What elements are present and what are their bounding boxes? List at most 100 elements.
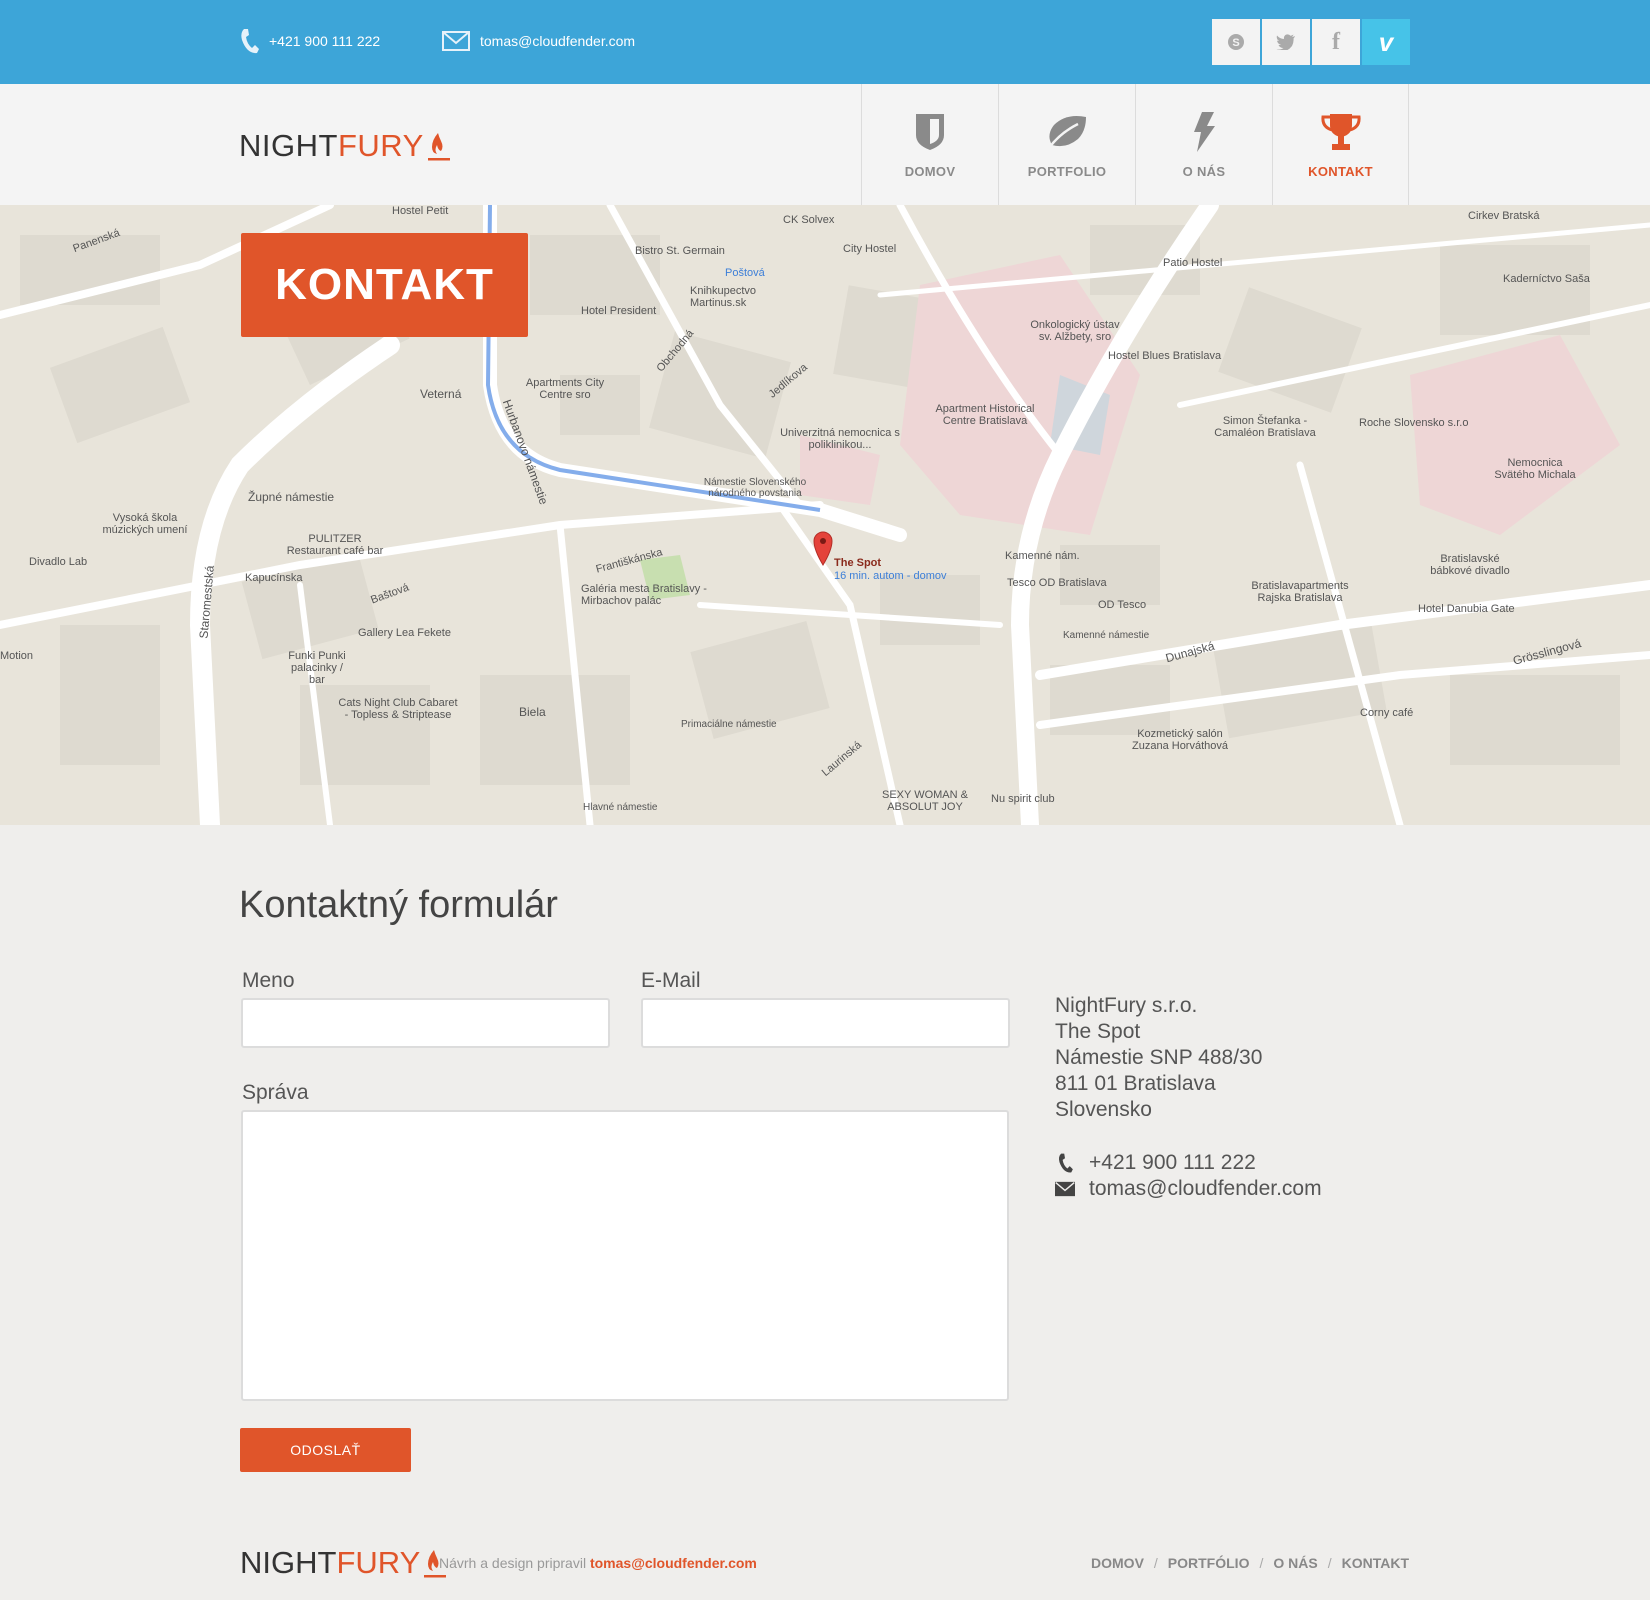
contact-phone-text: +421 900 111 222 bbox=[1089, 1151, 1256, 1174]
company-address: NightFury s.r.o. The Spot Námestie SNP 4… bbox=[1055, 993, 1262, 1123]
map-label: Apartment Historical Centre Bratislava bbox=[935, 403, 1035, 427]
footer-logo[interactable]: NIGHT FURY bbox=[240, 1545, 447, 1581]
map-label: Kapucínska bbox=[245, 572, 303, 584]
footer-nav-o-nas[interactable]: O NÁS bbox=[1273, 1555, 1317, 1571]
address-street: Námestie SNP 488/30 bbox=[1055, 1046, 1263, 1069]
map-label: Funki Punki palacinky / bar bbox=[288, 650, 346, 686]
topbar-phone[interactable]: +421 900 111 222 bbox=[239, 26, 380, 56]
map-label: Corny café bbox=[1360, 707, 1414, 719]
map-label: OD Tesco bbox=[1098, 599, 1147, 611]
nav-o-nas-label: O NÁS bbox=[1182, 164, 1226, 179]
leaf-icon bbox=[1047, 116, 1086, 149]
company-name: NightFury s.r.o. bbox=[1055, 994, 1198, 1017]
footer-nav-domov[interactable]: DOMOV bbox=[1091, 1555, 1144, 1571]
mail-icon bbox=[442, 31, 470, 51]
map-label: Vysoká škola múzických umení bbox=[102, 512, 188, 536]
facebook-icon: f bbox=[1332, 28, 1340, 55]
footer-logo-fury: FURY bbox=[336, 1545, 421, 1580]
main-nav: DOMOV PORTFOLIO O NÁS KONTAKT bbox=[861, 84, 1409, 205]
footer-nav: DOMOV / PORTFÓLIO / O NÁS / KONTAKT bbox=[1091, 1555, 1409, 1571]
map-label: Knihkupectvo Martinus.sk bbox=[690, 285, 757, 309]
lightning-icon bbox=[1194, 112, 1215, 152]
topbar-email[interactable]: tomas@cloudfender.com bbox=[442, 26, 635, 56]
footer-nav-separator: / bbox=[1327, 1555, 1332, 1571]
map-label: Bratislavské bábkové divadlo bbox=[1430, 553, 1510, 577]
map-label: Tesco OD Bratislava bbox=[1007, 577, 1107, 589]
map-label: City Hostel bbox=[843, 243, 897, 255]
map-label: SEXY WOMAN & ABSOLUT JOY bbox=[882, 789, 968, 813]
footer-credit-text: Návrh a design pripravil bbox=[439, 1555, 587, 1571]
facebook-button[interactable]: f bbox=[1312, 19, 1360, 65]
map-label: Divadlo Lab bbox=[29, 556, 88, 568]
name-field[interactable] bbox=[241, 998, 610, 1048]
map-label: Nemocnica Svätého Michala bbox=[1494, 457, 1576, 481]
map-label: Námestie Slovenského národného povstania bbox=[703, 477, 807, 499]
footer-nav-portfolio[interactable]: PORTFÓLIO bbox=[1168, 1555, 1250, 1571]
map-label: Bratislavapartments Rajska Bratislava bbox=[1251, 580, 1349, 604]
message-textarea[interactable] bbox=[241, 1110, 1009, 1401]
footer-nav-separator: / bbox=[1259, 1555, 1264, 1571]
marker-subtitle: 16 min. autom - domov bbox=[834, 570, 947, 582]
map-label: Kamenné námestie bbox=[1063, 630, 1150, 641]
map-label: Apartments City Centre sro bbox=[525, 377, 605, 401]
address-place: The Spot bbox=[1055, 1020, 1141, 1043]
map-label: Hlavné námestie bbox=[583, 802, 658, 813]
email-label: E-Mail bbox=[641, 969, 701, 992]
kontakt-banner: KONTAKT bbox=[241, 233, 528, 337]
map-label: Patio Hostel bbox=[1163, 257, 1223, 269]
nav-portfolio-label: PORTFOLIO bbox=[1027, 164, 1107, 179]
phone-icon bbox=[241, 29, 259, 54]
email-field[interactable] bbox=[641, 998, 1010, 1048]
map-label: Hostel Petit bbox=[392, 205, 449, 217]
shield-icon bbox=[916, 114, 944, 150]
map-label: Župné námestie bbox=[248, 490, 335, 504]
skype-icon: S bbox=[1228, 34, 1244, 50]
skype-button[interactable]: S bbox=[1212, 19, 1260, 65]
map-label: Kaderníctvo Saša bbox=[1503, 273, 1590, 285]
site-logo[interactable]: NIGHT FURY bbox=[239, 128, 450, 164]
contact-email[interactable]: tomas@cloudfender.com bbox=[1055, 1177, 1322, 1201]
footer-logo-night: NIGHT bbox=[240, 1545, 337, 1580]
submit-button[interactable]: ODOSLAŤ bbox=[240, 1428, 411, 1472]
nav-portfolio[interactable]: PORTFOLIO bbox=[998, 84, 1135, 205]
map-label: Kozmetický salón Zuzana Horváthová bbox=[1132, 728, 1228, 752]
top-bar: +421 900 111 222 tomas@cloudfender.com S… bbox=[0, 0, 1650, 84]
map-label: Roche Slovensko s.r.o bbox=[1359, 417, 1469, 429]
topbar-email-text: tomas@cloudfender.com bbox=[480, 33, 636, 49]
message-label: Správa bbox=[242, 1081, 309, 1104]
nav-o-nas[interactable]: O NÁS bbox=[1135, 84, 1272, 205]
site-header: NIGHT FURY DOMOV PORTFOLIO O NÁS KONTAKT bbox=[0, 84, 1650, 205]
map-label: CK Solvex bbox=[783, 214, 835, 226]
footer-nav-separator: / bbox=[1153, 1555, 1158, 1571]
form-title: Kontaktný formulár bbox=[239, 884, 558, 926]
phone-icon bbox=[1058, 1153, 1073, 1173]
nav-kontakt[interactable]: KONTAKT bbox=[1272, 84, 1409, 205]
address-city: 811 01 Bratislava bbox=[1055, 1072, 1216, 1095]
svg-text:S: S bbox=[1232, 37, 1239, 49]
map-label: Poštová bbox=[725, 267, 765, 279]
trophy-icon bbox=[1320, 114, 1361, 150]
map-label: Kamenné nám. bbox=[1005, 550, 1080, 562]
nav-domov-label: DOMOV bbox=[904, 164, 956, 179]
footer-credit: Návrh a design pripravil tomas@cloudfend… bbox=[439, 1555, 757, 1571]
marker-title: The Spot bbox=[834, 557, 882, 569]
map-label: Simon Štefanka - Camaléon Bratislava bbox=[1214, 415, 1316, 439]
contact-phone[interactable]: +421 900 111 222 bbox=[1055, 1151, 1256, 1175]
vimeo-button[interactable]: v bbox=[1362, 19, 1410, 65]
footer-credit-email[interactable]: tomas@cloudfender.com bbox=[590, 1555, 757, 1571]
map-label: PULITZER Restaurant café bar bbox=[286, 533, 384, 557]
location-map[interactable]: The Spot 16 min. autom - domov Hostel Pe… bbox=[0, 205, 1650, 825]
vimeo-icon: v bbox=[1378, 26, 1394, 57]
twitter-button[interactable] bbox=[1262, 19, 1310, 65]
nav-domov[interactable]: DOMOV bbox=[861, 84, 998, 205]
map-label: Motion bbox=[0, 650, 34, 662]
map-label: Galéria mesta Bratislavy - Mirbachov pal… bbox=[581, 583, 707, 607]
map-label: Nu spirit club bbox=[991, 793, 1055, 805]
map-marker-icon[interactable] bbox=[812, 530, 834, 566]
footer-nav-kontakt[interactable]: KONTAKT bbox=[1342, 1555, 1409, 1571]
map-label: Biela bbox=[519, 705, 546, 719]
map-label: Cats Night Club Cabaret - Topless & Stri… bbox=[338, 697, 458, 721]
contact-email-text: tomas@cloudfender.com bbox=[1089, 1177, 1322, 1200]
logo-night: NIGHT bbox=[239, 128, 338, 163]
address-country: Slovensko bbox=[1055, 1098, 1152, 1121]
